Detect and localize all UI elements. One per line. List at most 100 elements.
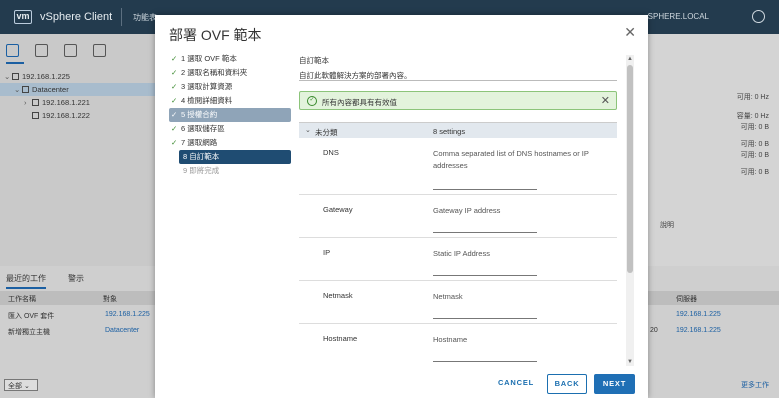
section-divider [299, 80, 617, 81]
column-task-name[interactable]: 工作名稱 [8, 294, 36, 304]
property-row: Netmask Netmask [299, 281, 617, 324]
tree-caret-icon[interactable]: ⌄ [14, 83, 22, 96]
vmware-logo: vm [14, 10, 32, 24]
storage-icon[interactable] [64, 44, 77, 57]
group-header[interactable]: ⌄ 未分類 8 settings [299, 123, 617, 138]
step-content-header: 自訂範本 自訂此軟體解決方案的部署內容。 [299, 55, 617, 81]
tree-node[interactable]: ⌄ 192.168.1.225 [0, 70, 155, 83]
wizard-step[interactable]: 8 自訂範本 [179, 150, 291, 164]
property-name: DNS [323, 148, 339, 157]
host-icon [22, 86, 29, 93]
tree-node-label: Datacenter [32, 85, 69, 94]
alert-message: 所有內容都具有有效值 [322, 98, 397, 107]
wizard-step[interactable]: ✓ 2 選取名稱和資料夾 [169, 66, 291, 80]
scroll-up-icon[interactable]: ▲ [626, 55, 634, 63]
group-settings-count: 8 settings [433, 127, 466, 136]
close-icon[interactable]: ✕ [624, 24, 636, 41]
properties-grid: ⌄ 未分類 8 settings DNS Comma separated list… [299, 122, 617, 365]
property-row: Hostname Hostname [299, 324, 617, 365]
property-input[interactable] [433, 180, 537, 190]
task-row-server-link[interactable]: 192.168.1.225 [676, 311, 721, 318]
property-row: IP Static IP Address [299, 238, 617, 281]
tree-node[interactable]: 192.168.1.222 [0, 109, 155, 122]
scroll-thumb[interactable] [627, 65, 633, 273]
cancel-button[interactable]: CANCEL [492, 374, 540, 394]
property-input[interactable] [433, 352, 537, 362]
checkmark-icon: ✓ [171, 110, 178, 119]
property-description: Static IP Address [433, 249, 490, 258]
hosts-clusters-icon[interactable] [6, 44, 19, 57]
property-row: DNS Comma separated list of DNS hostnames… [299, 138, 617, 195]
deploy-ovf-dialog: 部署 OVF 範本 ✕ ✓ 1 選取 OVF 範本 ✓ 2 選取名稱和資料夾 ✓ 3 選取… [155, 15, 648, 398]
section-title: 自訂範本 [299, 56, 329, 65]
more-tasks-link[interactable]: 更多工作 [741, 380, 769, 390]
group-name: 未分類 [315, 128, 338, 137]
wizard-step-label: 6 選取儲存區 [181, 124, 225, 133]
wizard-step-label: 4 檢閱詳細資料 [181, 96, 233, 105]
scroll-down-icon[interactable]: ▼ [626, 358, 634, 366]
wizard-step-label: 2 選取名稱和資料夾 [181, 68, 248, 77]
tasks-filter-value: 全部 [8, 383, 22, 390]
wizard-step[interactable]: ✓ 1 選取 OVF 範本 [169, 52, 291, 66]
column-target[interactable]: 對象 [103, 294, 117, 304]
property-input[interactable] [433, 266, 537, 276]
tab-alarms[interactable]: 警示 [68, 273, 84, 289]
stat-used: 容量: 0 Hz [736, 113, 769, 120]
top-separator [121, 8, 122, 26]
tree-caret-icon[interactable]: › [24, 96, 32, 109]
checkmark-icon: ✓ [171, 96, 178, 105]
wizard-step-label: 5 授權合約 [181, 110, 218, 119]
tree-node[interactable]: ⌄ Datacenter [0, 83, 155, 96]
tree-caret-icon[interactable]: ⌄ [4, 70, 12, 83]
chevron-down-icon: ⌄ [305, 127, 311, 134]
column-description: 說明 [660, 222, 674, 229]
wizard-step[interactable]: ✓ 3 選取計算資源 [169, 80, 291, 94]
back-button[interactable]: BACK [547, 374, 587, 394]
tree-node-label: 192.168.1.221 [42, 98, 90, 107]
menu-button[interactable]: 功能表 [133, 12, 157, 23]
property-name: Hostname [323, 334, 358, 343]
wizard-step-label: 7 選取網路 [181, 138, 218, 147]
task-row-target-link[interactable]: Datacenter [105, 327, 139, 334]
validation-alert: ✓ 所有內容都具有有效值 ✕ [299, 91, 617, 110]
task-row-time: 20 [650, 327, 658, 334]
wizard-step-label: 8 自訂範本 [183, 152, 220, 161]
user-avatar-icon[interactable] [752, 10, 765, 23]
checkmark-icon: ✓ [171, 54, 178, 63]
wizard-step[interactable]: ✓ 5 授權合約 [169, 108, 291, 122]
stat-cpu-free: 可用: 0 Hz [736, 94, 769, 101]
property-input[interactable] [433, 309, 537, 319]
active-nav-indicator [6, 62, 24, 64]
checkmark-icon: ✓ [171, 124, 178, 133]
wizard-step[interactable]: ✓ 4 檢閱詳細資料 [169, 94, 291, 108]
column-server[interactable]: 伺服器 [676, 294, 697, 304]
host-icon [32, 99, 39, 106]
tab-recent-tasks[interactable]: 最近的工作 [6, 273, 46, 289]
wizard-steps: ✓ 1 選取 OVF 範本 ✓ 2 選取名稱和資料夾 ✓ 3 選取計算資源 ✓ 4 檢閱詳細資… [169, 52, 291, 178]
vms-templates-icon[interactable] [35, 44, 48, 57]
wizard-step-label: 9 即將完成 [183, 166, 220, 175]
alert-close-icon[interactable]: ✕ [601, 94, 610, 107]
task-row-server-link[interactable]: 192.168.1.225 [676, 327, 721, 334]
check-circle-icon: ✓ [307, 96, 317, 106]
property-input[interactable] [433, 223, 537, 233]
wizard-step[interactable]: ✓ 6 選取儲存區 [169, 122, 291, 136]
tree-node[interactable]: › 192.168.1.221 [0, 96, 155, 109]
dialog-title: 部署 OVF 範本 [169, 27, 262, 43]
next-button[interactable]: NEXT [594, 374, 635, 394]
task-row-name: 新增獨立主機 [8, 329, 50, 336]
property-name: Gateway [323, 205, 353, 214]
stat-capacity-3: 可用: 0 B [740, 169, 769, 176]
task-row-target-link[interactable]: 192.168.1.225 [105, 311, 150, 318]
tasks-filter-select[interactable]: 全部 ⌄ [4, 379, 38, 391]
stat-capacity: 可用: 0 B [740, 124, 769, 131]
inventory-tree: ⌄ 192.168.1.225 ⌄ Datacenter › 192.168.1.221 1… [0, 70, 155, 122]
content-scrollbar[interactable]: ▲ ▼ [626, 55, 634, 366]
property-name: Netmask [323, 291, 353, 300]
property-description: Hostname [433, 335, 468, 344]
tree-node-label: 192.168.1.225 [22, 72, 70, 81]
user-menu[interactable]: SPHERE.LOCAL [648, 12, 709, 21]
wizard-step[interactable]: ✓ 7 選取網路 [169, 136, 291, 150]
property-description: Netmask [433, 292, 463, 301]
networking-icon[interactable] [93, 44, 106, 57]
